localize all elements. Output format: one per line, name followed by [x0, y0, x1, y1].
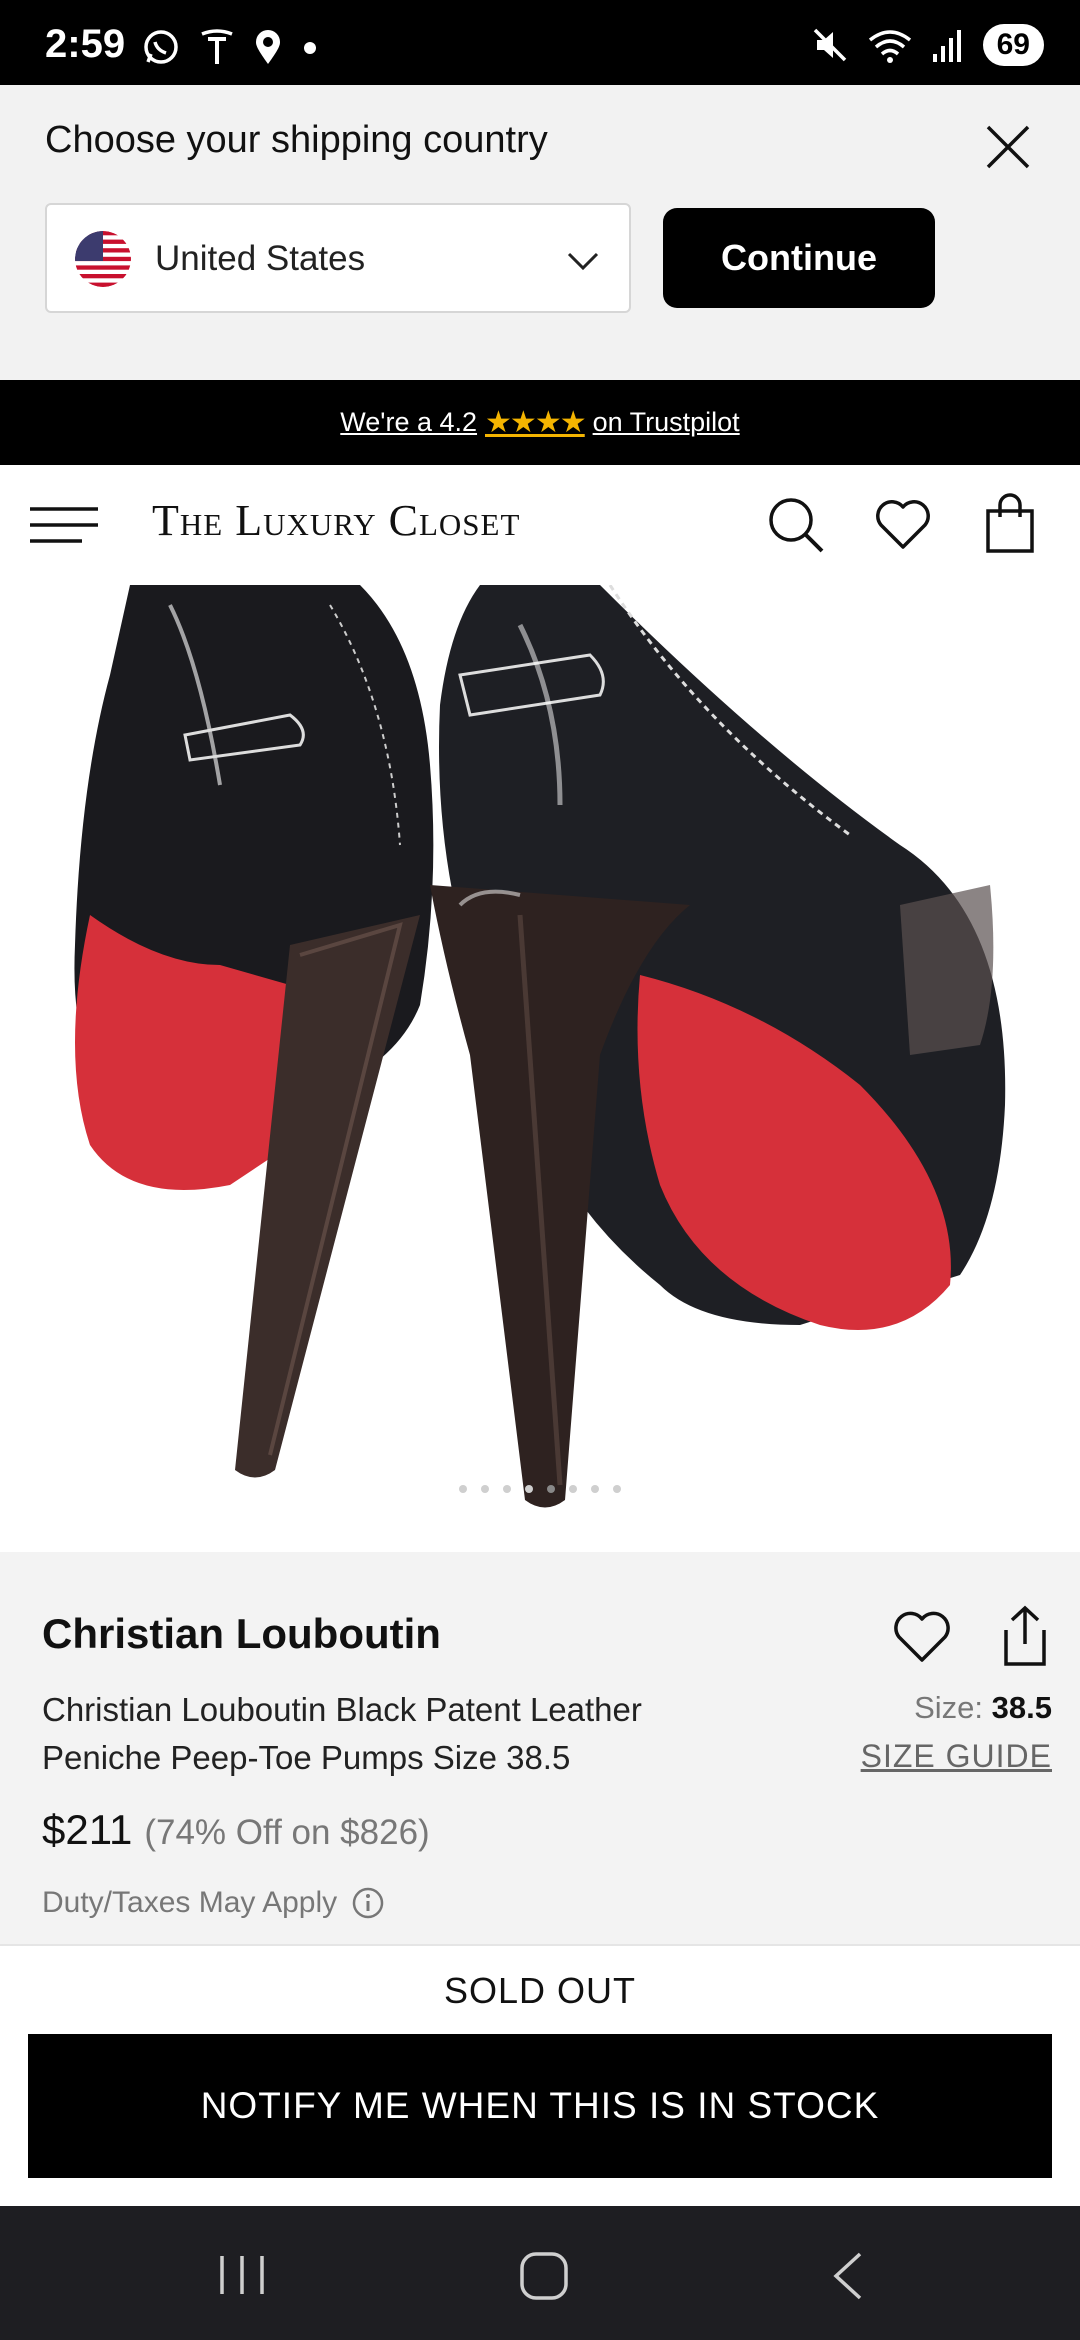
- trustpilot-suffix: on Trustpilot: [592, 407, 740, 437]
- tesla-icon: [201, 29, 233, 64]
- back-icon[interactable]: [828, 2250, 868, 2302]
- trustpilot-link[interactable]: We're a 4.2 ★★★★ on Trustpilot: [340, 405, 739, 440]
- info-icon[interactable]: [351, 1886, 385, 1920]
- product-photo: [0, 585, 1080, 1552]
- battery-indicator: 69: [982, 24, 1044, 66]
- shipping-title: Choose your shipping country: [45, 119, 548, 161]
- chevron-down-icon: [567, 252, 599, 271]
- rating-stars: ★★★★: [485, 406, 587, 439]
- country-select[interactable]: United States: [45, 203, 631, 313]
- dot-icon: [304, 42, 316, 54]
- trustpilot-bar[interactable]: We're a 4.2 ★★★★ on Trustpilot: [0, 380, 1080, 465]
- shipping-country-banner: Choose your shipping country United Stat…: [0, 85, 1080, 380]
- status-left-icons: [142, 28, 318, 66]
- location-icon: [256, 30, 280, 64]
- site-logo[interactable]: The Luxury Closet: [152, 495, 520, 546]
- mute-icon: [813, 28, 846, 62]
- menu-icon[interactable]: [28, 501, 100, 549]
- favorite-icon[interactable]: [893, 1610, 951, 1664]
- close-icon[interactable]: [976, 115, 1040, 179]
- purchase-area: SOLD OUT NOTIFY ME WHEN THIS IS IN STOCK: [0, 1944, 1080, 2206]
- product-info: Christian Louboutin Christian Louboutin …: [0, 1552, 1080, 1944]
- carousel-dot[interactable]: [481, 1485, 489, 1493]
- size-info: Size: 38.5: [914, 1690, 1052, 1726]
- carousel-dot[interactable]: [525, 1485, 533, 1493]
- product-name: Christian Louboutin Black Patent Leather…: [42, 1691, 642, 1776]
- whatsapp-icon: [144, 30, 178, 64]
- wifi-icon: [868, 30, 911, 63]
- continue-button[interactable]: Continue: [663, 208, 935, 308]
- system-nav-bar: [0, 2206, 1080, 2340]
- trustpilot-prefix: We're a 4.2: [340, 407, 478, 437]
- carousel-dots[interactable]: [0, 1485, 1080, 1493]
- carousel-dot[interactable]: [591, 1485, 599, 1493]
- search-icon[interactable]: [766, 495, 826, 555]
- share-icon[interactable]: [1000, 1604, 1050, 1668]
- discount-text: (74% Off on $826): [144, 1813, 430, 1852]
- status-time: 2:59: [45, 22, 126, 66]
- carousel-dot[interactable]: [459, 1485, 467, 1493]
- carousel-dot[interactable]: [547, 1485, 555, 1493]
- carousel-dot[interactable]: [613, 1485, 621, 1493]
- carousel-dot[interactable]: [503, 1485, 511, 1493]
- size-guide-link[interactable]: SIZE GUIDE: [861, 1738, 1052, 1775]
- status-bar: 2:59 69: [0, 0, 1080, 85]
- home-icon[interactable]: [518, 2250, 570, 2302]
- recent-apps-icon[interactable]: [216, 2252, 268, 2298]
- country-select-value: United States: [155, 239, 366, 278]
- us-flag-icon: [75, 231, 131, 287]
- duty-row: Duty/Taxes May Apply: [42, 1886, 385, 1920]
- signal-icon: [932, 30, 961, 62]
- product-price: $211: [42, 1806, 133, 1853]
- carousel-dot[interactable]: [569, 1485, 577, 1493]
- size-label: Size:: [914, 1690, 984, 1725]
- notify-me-button[interactable]: NOTIFY ME WHEN THIS IS IN STOCK: [28, 2034, 1052, 2178]
- status-right-icons: 69: [811, 24, 1044, 66]
- product-image-carousel[interactable]: [0, 585, 1080, 1552]
- price-row: $211 (74% Off on $826): [42, 1806, 430, 1854]
- product-brand[interactable]: Christian Louboutin: [42, 1610, 441, 1658]
- sold-out-label: SOLD OUT: [443, 1970, 637, 2011]
- site-header: The Luxury Closet: [0, 465, 1080, 585]
- size-value: 38.5: [991, 1690, 1052, 1725]
- wishlist-icon[interactable]: [874, 495, 932, 553]
- duty-note: Duty/Taxes May Apply: [42, 1886, 338, 1919]
- shopping-bag-icon[interactable]: [982, 493, 1038, 555]
